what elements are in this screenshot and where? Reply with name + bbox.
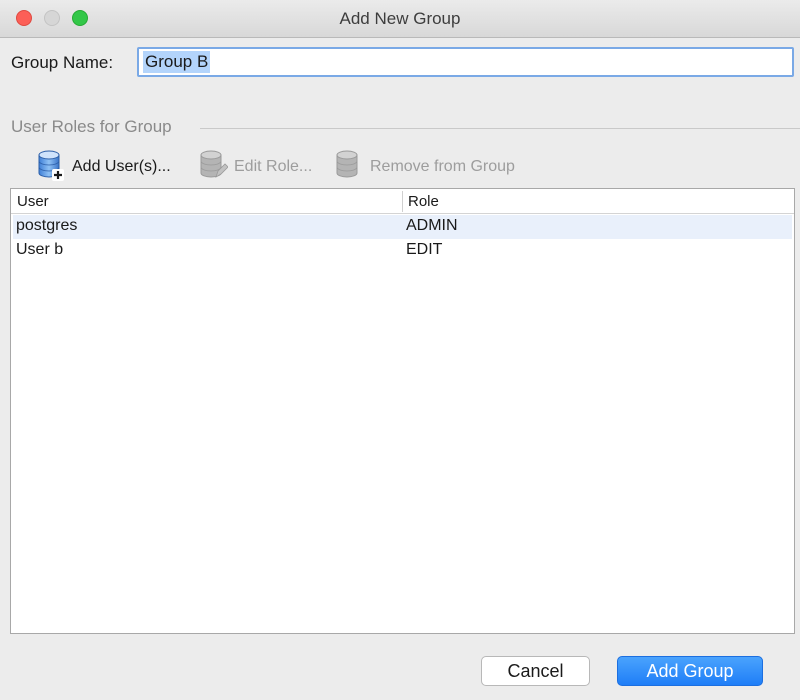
window-title: Add New Group: [339, 9, 461, 28]
group-name-input[interactable]: Group B: [137, 47, 794, 77]
remove-from-group-label: Remove from Group: [370, 158, 515, 175]
table-row[interactable]: User b EDIT: [13, 239, 792, 263]
cell-user: postgres: [16, 217, 78, 234]
title-bar: Add New Group: [0, 0, 800, 38]
cancel-button[interactable]: Cancel: [481, 656, 590, 686]
add-group-button[interactable]: Add Group: [617, 656, 763, 686]
column-divider[interactable]: [402, 191, 403, 212]
section-title: User Roles for Group: [11, 117, 176, 137]
group-name-value: Group B: [143, 51, 211, 73]
user-roles-table[interactable]: User Role postgres ADMIN User b EDIT: [10, 188, 795, 634]
group-name-label: Group Name:: [11, 53, 114, 72]
table-row[interactable]: postgres ADMIN: [13, 215, 792, 239]
section-divider: [200, 128, 800, 129]
column-header-role[interactable]: Role: [408, 193, 439, 210]
add-group-dialog: Add New Group Group Name: Group B User R…: [0, 0, 800, 700]
cell-role: EDIT: [406, 241, 443, 258]
cell-role: ADMIN: [406, 217, 458, 234]
database-remove-icon: [334, 149, 364, 186]
database-edit-icon: [198, 149, 229, 186]
add-users-label: Add User(s)...: [72, 158, 171, 175]
table-header: User Role: [11, 189, 794, 214]
add-users-button[interactable]: Add User(s)...: [36, 150, 171, 184]
edit-role-button[interactable]: Edit Role...: [198, 150, 312, 184]
database-add-icon: [36, 149, 66, 186]
remove-from-group-button[interactable]: Remove from Group: [334, 150, 515, 184]
column-header-user[interactable]: User: [17, 193, 49, 210]
edit-role-label: Edit Role...: [234, 158, 313, 175]
cell-user: User b: [16, 241, 64, 258]
